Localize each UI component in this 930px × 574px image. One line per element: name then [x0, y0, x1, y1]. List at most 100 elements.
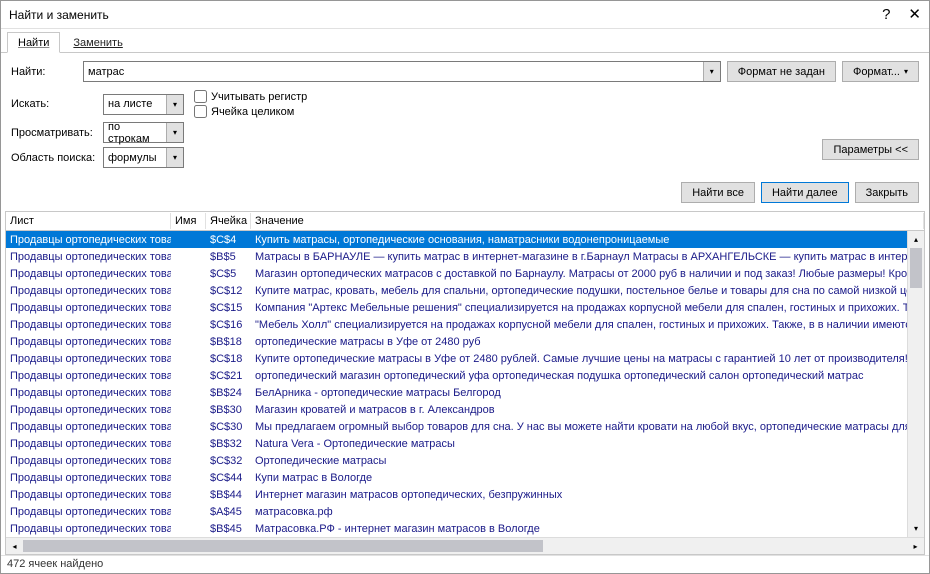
result-cell-sheet: Продавцы ортопедических товаров: [6, 471, 171, 484]
result-cell-sheet: Продавцы ортопедических товаров: [6, 233, 171, 246]
result-cell-name: [171, 443, 206, 444]
result-cell-name: [171, 426, 206, 427]
help-icon[interactable]: ?: [882, 7, 890, 22]
scroll-thumb[interactable]: [910, 248, 922, 288]
result-cell-name: [171, 409, 206, 410]
result-row[interactable]: Продавцы ортопедических товаров$B$44Инте…: [6, 486, 907, 503]
result-row[interactable]: Продавцы ортопедических товаров$B$24БелА…: [6, 384, 907, 401]
result-cell-sheet: Продавцы ортопедических товаров: [6, 488, 171, 501]
close-button[interactable]: Закрыть: [855, 182, 919, 203]
lookin-label: Область поиска:: [11, 152, 97, 164]
result-row[interactable]: Продавцы ортопедических товаров$C$15Комп…: [6, 299, 907, 316]
result-row[interactable]: Продавцы ортопедических товаров$B$45Матр…: [6, 520, 907, 537]
result-cell-value: Ортопедические матрасы: [251, 454, 907, 467]
result-cell-name: [171, 307, 206, 308]
result-row[interactable]: Продавцы ортопедических товаров$B$30Мага…: [6, 401, 907, 418]
result-cell-value: ортопедические матрасы в Уфе от 2480 руб: [251, 335, 907, 348]
col-cell[interactable]: Ячейка: [206, 213, 251, 229]
result-cell-cell: $C$21: [206, 369, 251, 382]
result-cell-sheet: Продавцы ортопедических товаров: [6, 369, 171, 382]
direction-select[interactable]: по строкам ▾: [103, 122, 184, 143]
result-cell-value: Купи матрас в Вологде: [251, 471, 907, 484]
result-row[interactable]: Продавцы ортопедических товаров $C$4Купит…: [6, 231, 907, 248]
result-cell-sheet: Продавцы ортопедических товаров: [6, 335, 171, 348]
result-cell-name: [171, 494, 206, 495]
whole-cell-checkbox[interactable]: Ячейка целиком: [194, 105, 307, 118]
result-row[interactable]: Продавцы ортопедических товаров $C$44Купи…: [6, 469, 907, 486]
result-cell-cell: $C$4: [206, 233, 251, 246]
col-name[interactable]: Имя: [171, 213, 206, 229]
results-body: Продавцы ортопедических товаров $C$4Купит…: [6, 231, 924, 537]
result-cell-cell: $B$30: [206, 403, 251, 416]
result-cell-sheet: Продавцы ортопедических товаров: [6, 420, 171, 433]
find-next-button[interactable]: Найти далее: [761, 182, 849, 203]
scope-value: на листе: [104, 98, 166, 110]
vertical-scrollbar[interactable]: ▴ ▾: [907, 231, 924, 537]
result-cell-cell: $C$15: [206, 301, 251, 314]
col-sheet[interactable]: Лист: [6, 213, 171, 229]
scroll-track[interactable]: [908, 248, 924, 520]
find-all-button[interactable]: Найти все: [681, 182, 755, 203]
result-row[interactable]: Продавцы ортопедических товаров $C$30Мы п…: [6, 418, 907, 435]
horizontal-scrollbar[interactable]: ◂ ▸: [6, 537, 924, 554]
tab-replace[interactable]: Заменить: [62, 32, 133, 53]
result-row[interactable]: Продавцы ортопедических товаров$A$45матр…: [6, 503, 907, 520]
result-row[interactable]: Продавцы ортопедических товаров$C$32Орто…: [6, 452, 907, 469]
col-value[interactable]: Значение: [251, 213, 924, 229]
format-button[interactable]: Формат... ▾: [842, 61, 919, 82]
result-cell-name: [171, 324, 206, 325]
action-buttons: Найти все Найти далее Закрыть: [1, 178, 929, 211]
lookin-select[interactable]: формулы ▾: [103, 147, 184, 168]
scroll-down-icon[interactable]: ▾: [908, 520, 924, 537]
result-cell-sheet: Продавцы ортопедических товаров: [6, 522, 171, 535]
result-cell-cell: $B$45: [206, 522, 251, 535]
result-cell-sheet: Продавцы ортопедических товаров: [6, 267, 171, 280]
result-cell-value: Мы предлагаем огромный выбор товаров для…: [251, 420, 907, 433]
whole-cell-input[interactable]: [194, 105, 207, 118]
scroll-left-icon[interactable]: ◂: [6, 538, 23, 554]
result-cell-cell: $B$18: [206, 335, 251, 348]
close-icon[interactable]: ✕: [908, 7, 921, 22]
result-row[interactable]: Продавцы ортопедических товаров$C$21орто…: [6, 367, 907, 384]
result-cell-value: Интернет магазин матрасов ортопедических…: [251, 488, 907, 501]
result-cell-name: [171, 358, 206, 359]
result-cell-sheet: Продавцы ортопедических товаров: [6, 318, 171, 331]
find-history-dropdown[interactable]: ▾: [703, 62, 720, 81]
result-cell-name: [171, 273, 206, 274]
match-case-checkbox[interactable]: Учитывать регистр: [194, 90, 307, 103]
result-row[interactable]: Продавцы ортопедических товаров$C$18Купи…: [6, 350, 907, 367]
result-row[interactable]: Продавцы ортопедических товаров$C$5Магаз…: [6, 265, 907, 282]
result-cell-name: [171, 392, 206, 393]
result-row[interactable]: Продавцы ортопедических товаров$B$5Матра…: [6, 248, 907, 265]
scroll-thumb[interactable]: [23, 540, 543, 552]
chevron-down-icon: ▾: [166, 123, 183, 142]
match-case-input[interactable]: [194, 90, 207, 103]
result-cell-value: БелАрника - ортопедические матрасы Белго…: [251, 386, 907, 399]
result-cell-name: [171, 290, 206, 291]
scroll-right-icon[interactable]: ▸: [907, 538, 924, 554]
result-cell-cell: $C$16: [206, 318, 251, 331]
result-cell-cell: $C$18: [206, 352, 251, 365]
result-cell-cell: $A$45: [206, 505, 251, 518]
result-cell-cell: $C$12: [206, 284, 251, 297]
result-row[interactable]: Продавцы ортопедических товаров $B$18орто…: [6, 333, 907, 350]
tab-find[interactable]: Найти: [7, 32, 60, 53]
options-toggle-button[interactable]: Параметры <<: [822, 139, 919, 160]
scroll-up-icon[interactable]: ▴: [908, 231, 924, 248]
result-cell-sheet: Продавцы ортопедических товаров: [6, 250, 171, 263]
result-row[interactable]: Продавцы ортопедических товаров$B$32Natu…: [6, 435, 907, 452]
result-cell-name: [171, 341, 206, 342]
result-row[interactable]: Продавцы ортопедических товаров$C$12Купи…: [6, 282, 907, 299]
format-button-label: Формат...: [853, 66, 900, 78]
result-cell-sheet: Продавцы ортопедических товаров: [6, 454, 171, 467]
result-cell-value: Купить матрасы, ортопедические основания…: [251, 233, 907, 246]
find-input-wrap[interactable]: ▾: [83, 61, 721, 82]
find-input[interactable]: [84, 62, 703, 81]
result-row[interactable]: Продавцы ортопедических товаров$C$16"Меб…: [6, 316, 907, 333]
result-cell-cell: $C$44: [206, 471, 251, 484]
scroll-track[interactable]: [23, 538, 907, 554]
match-case-label: Учитывать регистр: [211, 91, 307, 103]
scope-select[interactable]: на листе ▾: [103, 94, 184, 115]
result-cell-value: Магазин кроватей и матрасов в г. Алексан…: [251, 403, 907, 416]
result-cell-cell: $C$30: [206, 420, 251, 433]
